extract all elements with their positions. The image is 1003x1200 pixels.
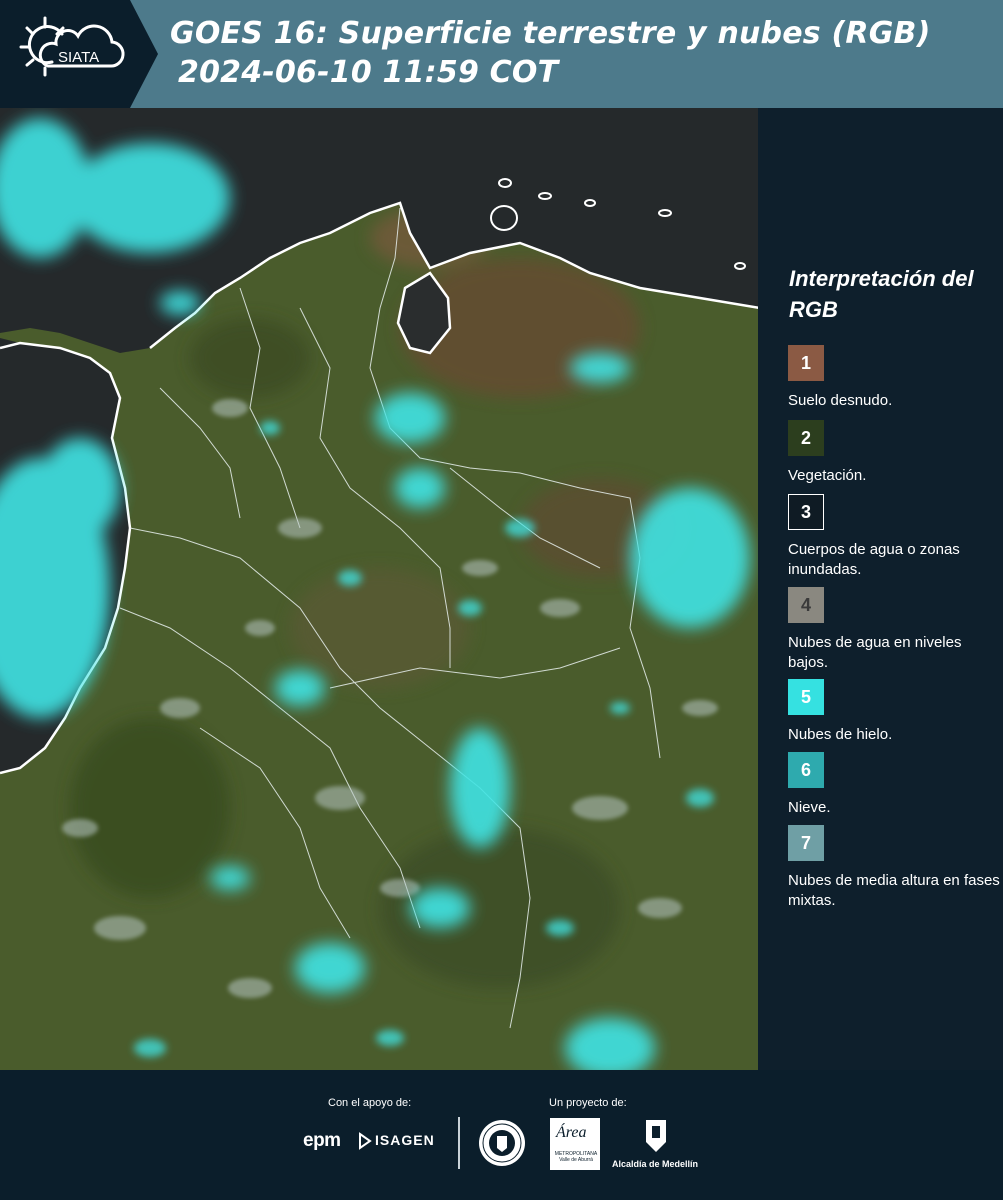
legend-label: Suelo desnudo. — [788, 392, 893, 409]
satellite-map — [0, 108, 760, 1070]
epm-logo: epm — [303, 1130, 341, 1151]
alcaldia-shield-icon — [646, 1120, 666, 1152]
isagen-icon — [359, 1132, 372, 1150]
header-bar: SIATA GOES 16: Superficie terrestre y nu… — [0, 0, 1003, 108]
legend-label: Nubes de hielo. — [788, 726, 893, 743]
footer-bar: Con el apoyo de: Un proyecto de: epm ISA… — [0, 1070, 1003, 1200]
legend-swatch: 1 — [788, 345, 824, 381]
legend-label: Cuerpos de agua o zonas inundadas. — [788, 541, 960, 578]
alcaldia-logo-text: Alcaldía de Medellín — [612, 1159, 699, 1169]
footer-divider — [458, 1117, 460, 1169]
isagen-logo: ISAGEN — [375, 1132, 435, 1148]
project-label: Un proyecto de: — [549, 1097, 627, 1109]
page-title: GOES 16: Superficie terrestre y nubes (R… — [170, 16, 931, 51]
legend-item-snow: 6 Nieve. — [788, 752, 1000, 818]
area-logo-subtitle: METROPOLITANA Valle de Aburrá — [554, 1151, 598, 1163]
legend-swatch: 4 — [788, 587, 824, 623]
legend-item-ice-clouds: 5 Nubes de hielo. — [788, 679, 1000, 745]
legend-swatch: 5 — [788, 679, 824, 715]
area-metropolitana-logo: Área METROPOLITANA Valle de Aburrá — [550, 1118, 600, 1170]
siata-logo: SIATA — [0, 0, 158, 108]
legend-item-low-clouds: 4 Nubes de agua en niveles bajos. — [788, 587, 1000, 673]
legend-item-mixed-clouds: 7 Nubes de media altura en fases mixtas. — [788, 825, 1000, 911]
support-label: Con el apoyo de: — [328, 1097, 412, 1109]
legend-swatch: 7 — [788, 825, 824, 861]
legend-item-bare-soil: 1 Suelo desnudo. — [788, 345, 1000, 411]
page-timestamp: 2024-06-10 11:59 COT — [178, 55, 559, 90]
legend-label: Nubes de agua en niveles bajos. — [788, 634, 962, 671]
legend-label: Nubes de media altura en fases mixtas. — [788, 872, 1000, 909]
medellin-seal-icon — [479, 1120, 525, 1166]
legend-item-water-bodies: 3 Cuerpos de agua o zonas inundadas. — [788, 494, 1000, 580]
legend-swatch: 2 — [788, 420, 824, 456]
legend-panel: Interpretación del RGB 1 Suelo desnudo. … — [760, 108, 1003, 1070]
legend-label: Nieve. — [788, 799, 831, 816]
legend-label: Vegetación. — [788, 467, 867, 484]
satellite-rgb-map-image — [0, 108, 760, 1070]
siata-logo-text: SIATA — [58, 49, 99, 66]
legend-swatch: 6 — [788, 752, 824, 788]
legend-item-vegetation: 2 Vegetación. — [788, 420, 1000, 486]
legend-swatch: 3 — [788, 494, 824, 530]
legend-title: Interpretación del RGB — [789, 266, 974, 322]
area-logo-word: Área — [556, 1124, 587, 1141]
